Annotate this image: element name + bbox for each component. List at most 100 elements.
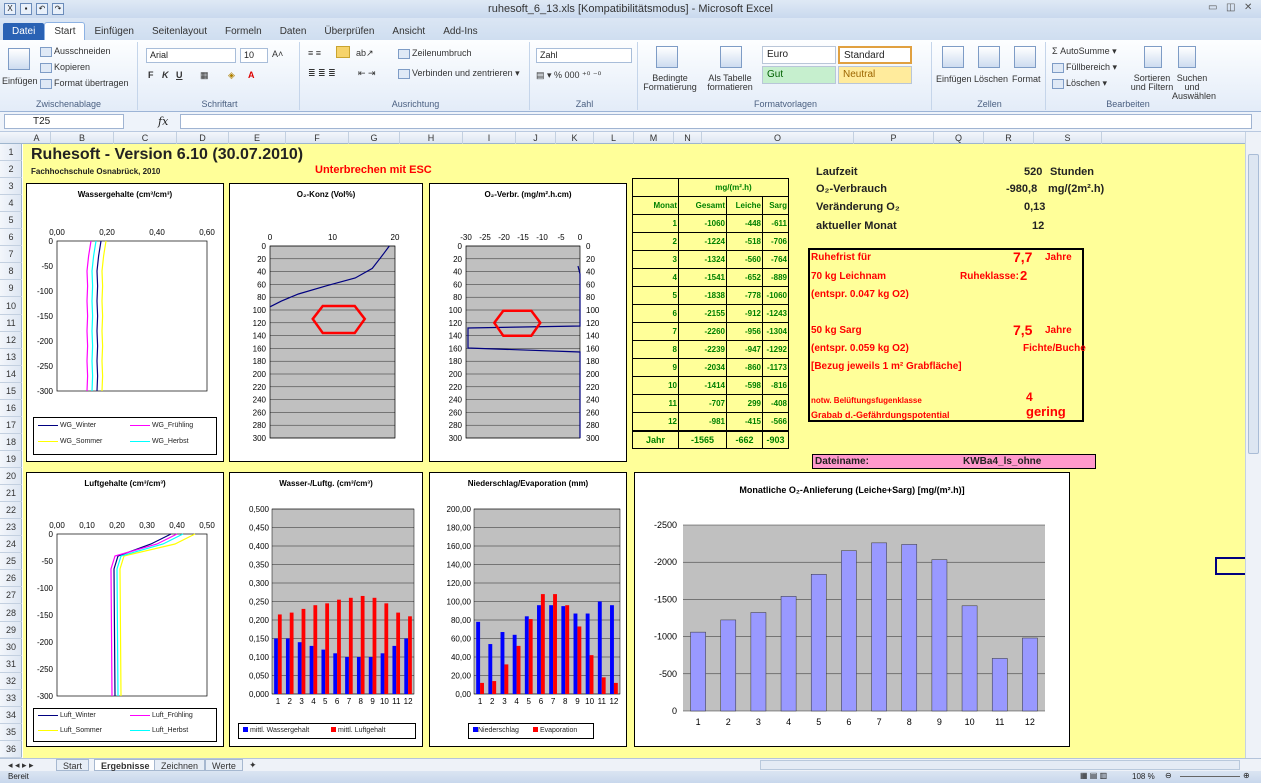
font-size-select[interactable]: 10 (240, 48, 268, 63)
column-header[interactable]: B (51, 132, 114, 144)
column-header[interactable]: H (400, 132, 463, 144)
zoom-level[interactable]: 108 % (1132, 772, 1155, 781)
tab-ueberpruefen[interactable]: Überprüfen (315, 23, 383, 40)
sheet-tab-start[interactable]: Start (56, 759, 90, 771)
row-header[interactable]: 7 (0, 246, 22, 264)
autosum-button[interactable]: Σ AutoSumme ▾ (1052, 46, 1117, 57)
tab-datei[interactable]: Datei (3, 23, 45, 40)
clear-button[interactable]: Löschen ▾ (1052, 78, 1107, 89)
merge-center-button[interactable]: Verbinden und zentrieren ▾ (398, 68, 520, 79)
column-header[interactable]: O (702, 132, 854, 144)
format-table-button[interactable]: Als Tabelle formatieren (700, 74, 760, 92)
row-header[interactable]: 21 (0, 485, 22, 503)
tab-formeln[interactable]: Formeln (216, 23, 271, 40)
row-header[interactable]: 29 (0, 622, 22, 639)
sheet-tab-ergebnisse[interactable]: Ergebnisse (94, 759, 157, 771)
insert-cells-button[interactable]: Einfügen (936, 74, 972, 84)
column-header[interactable]: L (594, 132, 634, 144)
copy-button[interactable]: Kopieren (40, 62, 90, 73)
bold-button[interactable]: F (148, 70, 154, 80)
tab-seitenlayout[interactable]: Seitenlayout (143, 23, 216, 40)
align-top-icon[interactable]: ≡ ≡ (308, 48, 321, 58)
format-painter-button[interactable]: Format übertragen (40, 78, 129, 89)
row-header[interactable]: 11 (0, 315, 22, 332)
style-euro[interactable]: Euro (762, 46, 836, 64)
zoom-slider[interactable] (1180, 776, 1240, 777)
conditional-format-icon[interactable] (656, 46, 678, 68)
row-header[interactable]: 19 (0, 451, 22, 469)
save-icon[interactable]: ▪ (20, 3, 32, 15)
conditional-format-button[interactable]: Bedingte Formatierung (642, 74, 698, 92)
zoom-out-icon[interactable]: ⊖ (1165, 771, 1172, 780)
horizontal-scrollbar[interactable] (760, 760, 1240, 770)
orientation-icon[interactable]: ab↗ (356, 48, 374, 59)
chart-niederschlag[interactable]: Niederschlag/Evaporation (mm) 200,00 180,… (429, 472, 627, 747)
tab-ansicht[interactable]: Ansicht (383, 23, 434, 40)
selected-cell[interactable] (1215, 557, 1245, 575)
insert-function-icon[interactable]: fx (158, 115, 168, 128)
row-header[interactable]: 26 (0, 570, 22, 588)
fill-color-icon[interactable]: ◈ (228, 70, 235, 81)
column-header[interactable]: M (634, 132, 674, 144)
row-header[interactable]: 10 (0, 298, 22, 315)
font-name-select[interactable]: Arial (146, 48, 236, 63)
underline-button[interactable]: U (176, 70, 183, 80)
fill-button[interactable]: Füllbereich ▾ (1052, 62, 1117, 73)
row-header[interactable]: 27 (0, 587, 22, 605)
font-color-icon[interactable]: A (248, 70, 255, 80)
column-header[interactable]: P (854, 132, 934, 144)
column-header[interactable]: C (114, 132, 177, 144)
column-header[interactable]: I (463, 132, 516, 144)
row-header[interactable]: 22 (0, 502, 22, 520)
italic-button[interactable]: K (162, 70, 169, 80)
row-header[interactable]: 13 (0, 349, 22, 366)
find-select-button[interactable]: Suchen und Auswählen (1172, 74, 1216, 101)
align-bottom-icon[interactable] (336, 46, 350, 58)
row-header[interactable]: 12 (0, 332, 22, 349)
tab-einfuegen[interactable]: Einfügen (85, 23, 142, 40)
view-normal-icon[interactable]: ▦ ▤ ▥ (1080, 771, 1107, 780)
tab-start[interactable]: Start (44, 22, 86, 40)
close-icon[interactable]: ✕ (1244, 2, 1252, 13)
chart-wassergehalte[interactable]: Wassergehalte (cm³/cm³) 0,00 0,20 0,40 0,60… (26, 183, 224, 462)
find-select-icon[interactable] (1178, 46, 1196, 68)
tab-addins[interactable]: Add-Ins (434, 23, 486, 40)
row-header[interactable]: 17 (0, 417, 22, 434)
row-header[interactable]: 16 (0, 400, 22, 417)
row-header[interactable]: 4 (0, 195, 22, 213)
currency-icon[interactable]: ▤ ▾ % 000 ⁺⁰ ⁻⁰ (536, 70, 601, 81)
grow-font-icon[interactable]: A˄ (272, 49, 283, 59)
sheet-tab-zeichnen[interactable]: Zeichnen (154, 759, 206, 771)
row-header[interactable]: 5 (0, 212, 22, 230)
paste-icon[interactable] (8, 48, 30, 70)
column-header[interactable]: E (229, 132, 286, 144)
column-header[interactable]: J (516, 132, 556, 144)
row-header[interactable]: 20 (0, 468, 22, 486)
sort-filter-icon[interactable] (1144, 46, 1162, 68)
format-cells-icon[interactable] (1014, 46, 1036, 68)
row-header[interactable]: 2 (0, 161, 22, 179)
border-icon[interactable]: ▦ (200, 70, 209, 81)
chart-o2-verbr[interactable]: O₂-Verbr. (mg/m².h.cm) -30 -25 -20 -15 -10 -5… (429, 183, 627, 462)
cut-button[interactable]: Ausschneiden (40, 46, 111, 57)
column-header[interactable]: Q (934, 132, 984, 144)
row-header[interactable]: 36 (0, 741, 22, 758)
row-header[interactable]: 35 (0, 724, 22, 741)
column-header[interactable]: A (23, 132, 51, 144)
row-header[interactable]: 6 (0, 229, 22, 247)
column-header[interactable]: D (177, 132, 229, 144)
delete-cells-icon[interactable] (978, 46, 1000, 68)
row-header[interactable]: 15 (0, 383, 22, 400)
zoom-in-icon[interactable]: ⊕ (1243, 771, 1250, 780)
chart-o2-konz[interactable]: O₂-Konz (Vol%) 0 10 20 0 20 40 60 80 100 120 140 16… (229, 183, 423, 462)
column-header[interactable]: S (1034, 132, 1102, 144)
row-header[interactable]: 32 (0, 673, 22, 690)
indent-icon[interactable]: ⇤ ⇥ (358, 68, 376, 79)
row-header[interactable]: 8 (0, 263, 22, 281)
row-header[interactable]: 14 (0, 366, 22, 383)
excel-app-icon[interactable]: X (4, 3, 16, 15)
row-header[interactable]: 31 (0, 656, 22, 673)
style-neutral[interactable]: Neutral (838, 66, 912, 84)
worksheet-grid[interactable]: Ruhesoft - Version 6.10 (30.07.2010) Fac… (23, 144, 1245, 758)
format-cells-button[interactable]: Format (1012, 74, 1041, 84)
